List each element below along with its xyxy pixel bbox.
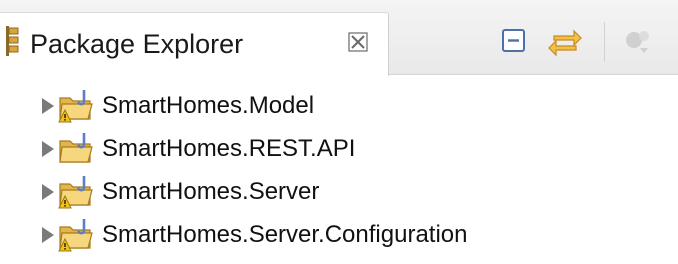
link-with-editor-button[interactable] <box>548 26 582 63</box>
view-menu-icon <box>626 31 649 53</box>
package-explorer-icon <box>0 24 24 63</box>
java-project-warning-icon <box>56 217 98 258</box>
toolbar-separator <box>604 22 605 62</box>
expand-arrow-icon[interactable] <box>42 98 54 114</box>
view-title: Package Explorer <box>30 29 244 59</box>
tree-item-label: SmartHomes.Server <box>102 178 320 205</box>
close-icon[interactable] <box>346 30 370 59</box>
tree-item-label: SmartHomes.REST.API <box>102 135 356 162</box>
collapse-all-button[interactable] <box>500 26 528 59</box>
expand-arrow-icon[interactable] <box>42 227 54 243</box>
tree-item[interactable]: SmartHomes.Model <box>0 86 678 126</box>
tree-item-label: SmartHomes.Model <box>102 92 315 119</box>
package-explorer-view: Package Explorer SmartHomes.Model SmartH… <box>0 0 678 264</box>
expand-arrow-icon[interactable] <box>42 141 54 157</box>
java-project-icon <box>56 131 98 172</box>
tree-item-label: SmartHomes.Server.Configuration <box>102 221 468 248</box>
tree-item[interactable]: SmartHomes.REST.API <box>0 129 678 169</box>
view-menu-button[interactable] <box>622 26 656 61</box>
tree-item[interactable]: SmartHomes.Server.Configuration <box>0 215 678 255</box>
java-project-warning-icon <box>56 174 98 215</box>
tree-item[interactable]: SmartHomes.Server <box>0 172 678 212</box>
collapse-all-icon <box>502 29 525 52</box>
link-with-editor-icon <box>548 29 582 57</box>
expand-arrow-icon[interactable] <box>42 184 54 200</box>
java-project-warning-icon <box>56 88 98 129</box>
